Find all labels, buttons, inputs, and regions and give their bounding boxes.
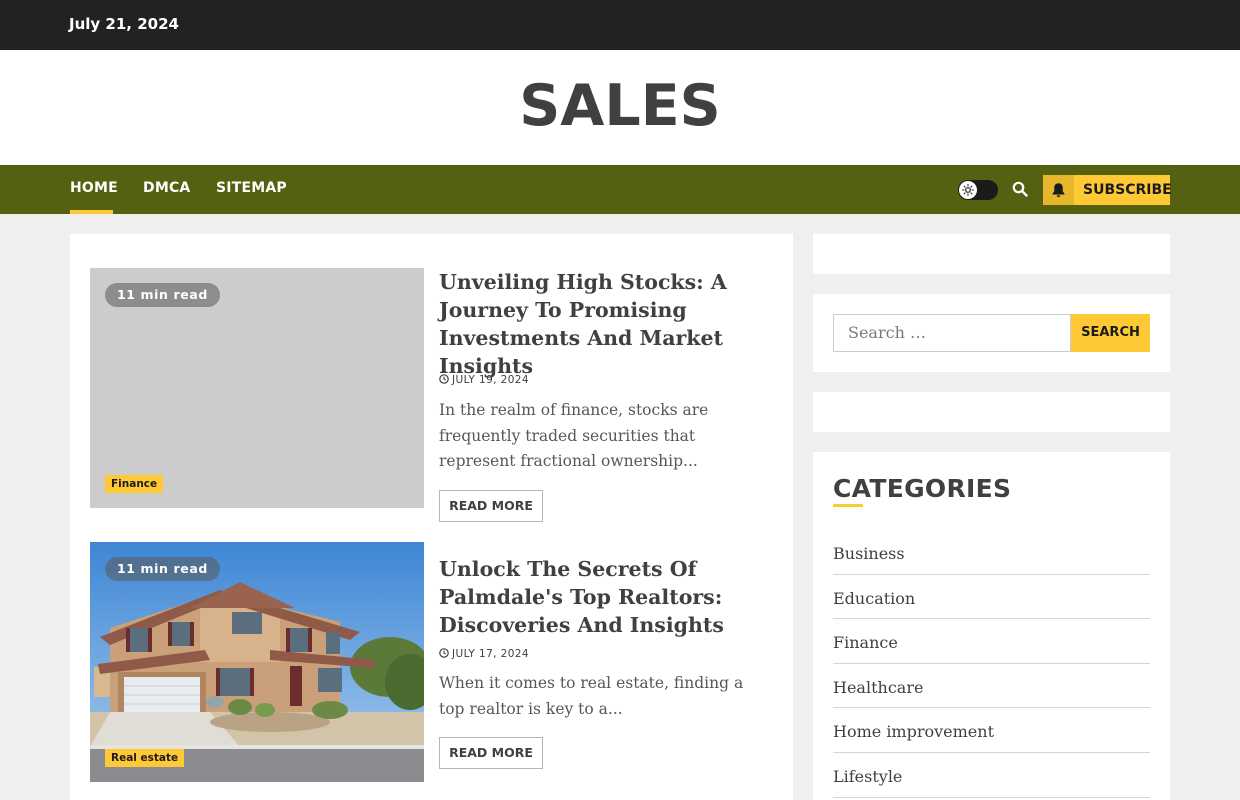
header-search-button[interactable]: [1012, 181, 1030, 199]
main-content: 11 min read Finance Unveiling High Stock…: [70, 234, 793, 800]
category-link[interactable]: Lifestyle: [833, 753, 1150, 798]
site-title[interactable]: SALES: [0, 73, 1240, 139]
search-icon: [1012, 181, 1028, 197]
post-title[interactable]: Unlock The Secrets Of Palmdale's Top Rea…: [439, 555, 769, 639]
bell-icon-box: [1043, 175, 1074, 205]
nav-item-dmca[interactable]: DMCA: [143, 180, 190, 196]
read-more-button[interactable]: READ MORE: [439, 490, 543, 522]
categories-title-underline: [833, 504, 863, 507]
nav-item-sitemap[interactable]: SITEMAP: [216, 180, 287, 196]
sun-icon: [962, 184, 974, 196]
categories-widget: CATEGORIES Business Education Finance He…: [813, 452, 1170, 800]
category-link[interactable]: Education: [833, 575, 1150, 620]
category-link[interactable]: Business: [833, 530, 1150, 575]
read-time-badge: 11 min read: [105, 283, 220, 307]
nav-item-home[interactable]: HOME: [70, 180, 118, 196]
category-link[interactable]: Healthcare: [833, 664, 1150, 709]
top-bar: July 21, 2024: [0, 0, 1240, 50]
post-excerpt: In the realm of finance, stocks are freq…: [439, 401, 709, 470]
post-title[interactable]: Unveiling High Stocks: A Journey To Prom…: [439, 268, 769, 380]
subscribe-label: SUBSCRIBE: [1083, 182, 1172, 198]
clock-icon: [439, 648, 449, 658]
categories-title: CATEGORIES: [833, 474, 1012, 503]
category-link[interactable]: Home improvement: [833, 708, 1150, 753]
category-badge[interactable]: Real estate: [105, 749, 185, 767]
post-thumbnail[interactable]: 11 min read Finance: [90, 268, 424, 508]
sidebar-widget-empty: [813, 392, 1170, 432]
post-date-text: JULY 19, 2024: [452, 374, 529, 386]
search-submit-button[interactable]: SEARCH: [1071, 314, 1150, 352]
search-widget: Search … SEARCH: [813, 294, 1170, 372]
read-more-button[interactable]: READ MORE: [439, 737, 543, 769]
post-date: JULY 19, 2024: [439, 374, 529, 386]
categories-list: Business Education Finance Healthcare Ho…: [833, 530, 1150, 798]
bell-icon: [1052, 183, 1065, 198]
subscribe-button[interactable]: SUBSCRIBE: [1043, 175, 1172, 205]
nav-active-indicator: [70, 210, 113, 214]
read-time-badge: 11 min read: [105, 557, 220, 581]
search-input[interactable]: Search …: [833, 314, 1071, 352]
site-header: SALES: [0, 50, 1240, 165]
category-link[interactable]: Finance: [833, 619, 1150, 664]
category-badge[interactable]: Finance: [105, 475, 164, 493]
post-date: JULY 17, 2024: [439, 648, 529, 660]
post-card: 11 min read Real estate Unlock The Secre…: [90, 542, 773, 800]
theme-knob: [959, 181, 977, 199]
clock-icon: [439, 374, 449, 384]
post-card: 11 min read Finance Unveiling High Stock…: [90, 268, 773, 526]
post-excerpt: When it comes to real estate, finding a …: [439, 674, 744, 718]
theme-toggle[interactable]: [958, 180, 998, 200]
current-date: July 21, 2024: [69, 15, 179, 33]
post-thumbnail[interactable]: 11 min read Real estate: [90, 542, 424, 782]
post-date-text: JULY 17, 2024: [452, 648, 529, 660]
sidebar-widget-empty: [813, 234, 1170, 274]
